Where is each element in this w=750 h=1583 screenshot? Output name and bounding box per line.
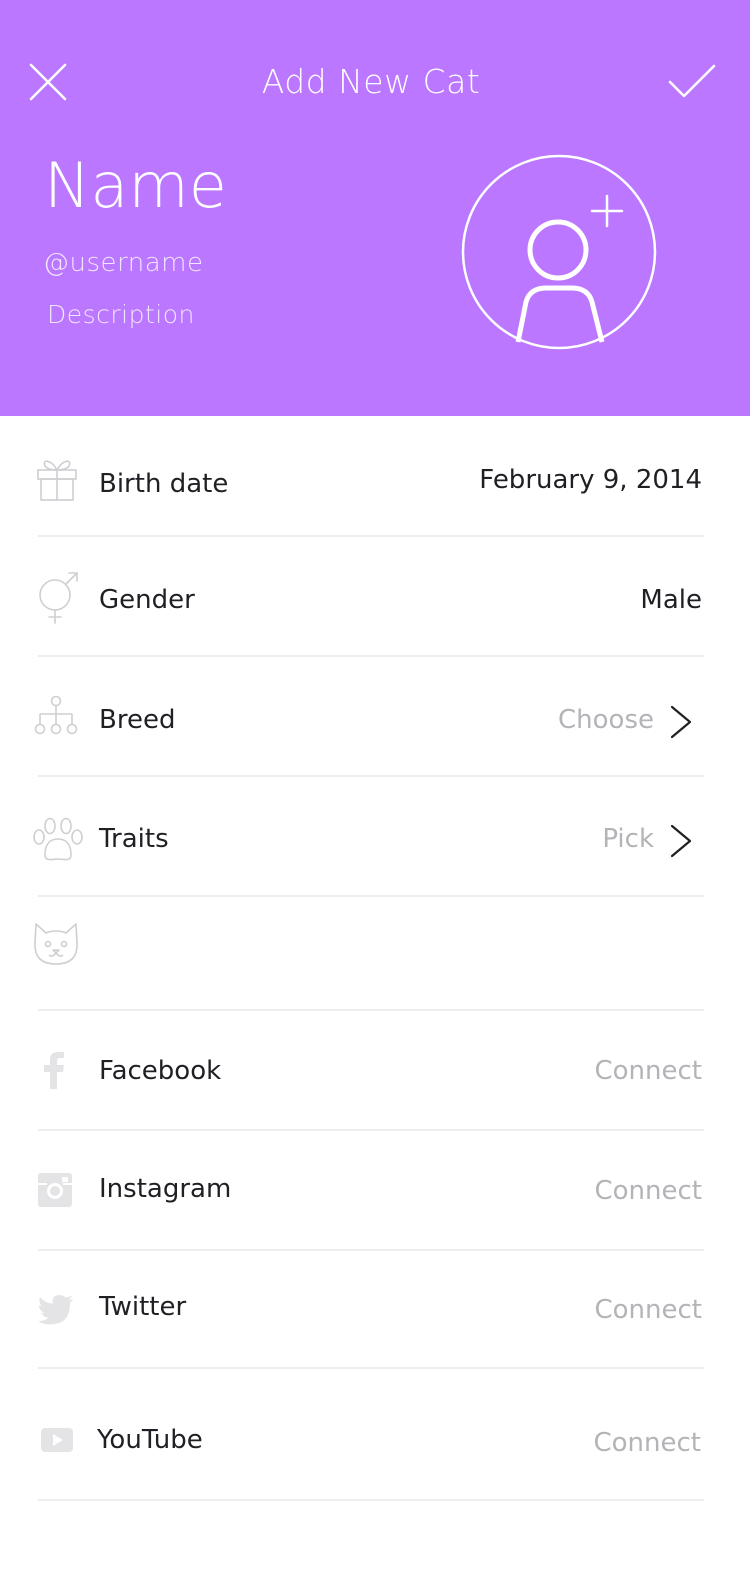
traits-label: Traits <box>99 824 169 854</box>
instagram-connect-button[interactable]: Connect <box>594 1175 702 1207</box>
cat-face-icon <box>34 923 78 965</box>
divider <box>38 1499 704 1501</box>
twitter-label: Twitter <box>99 1292 187 1322</box>
birth-date-row[interactable]: Birth date February 9, 2014 <box>0 416 750 536</box>
chevron-right-icon[interactable] <box>668 823 694 859</box>
gender-value[interactable]: Male <box>640 584 702 616</box>
traits-value[interactable]: Pick <box>602 823 654 855</box>
breed-value[interactable]: Choose <box>558 704 654 736</box>
instagram-row[interactable]: Instagram Connect <box>0 1131 750 1249</box>
hierarchy-icon <box>34 695 78 735</box>
username-field[interactable]: @username <box>43 246 204 280</box>
facebook-label: Facebook <box>99 1056 222 1086</box>
gender-row[interactable]: Gender Male <box>0 537 750 655</box>
facebook-connect-button[interactable]: Connect <box>594 1055 702 1087</box>
breed-label: Breed <box>99 705 176 735</box>
twitter-row[interactable]: Twitter Connect <box>0 1251 750 1367</box>
birth-date-value[interactable]: February 9, 2014 <box>479 464 702 496</box>
name-field[interactable]: Name <box>44 148 227 224</box>
birth-date-label: Birth date <box>99 469 229 499</box>
description-field[interactable]: Description <box>47 298 195 332</box>
breed-row[interactable]: Breed Choose <box>0 657 750 775</box>
paw-icon <box>33 817 83 861</box>
twitter-icon <box>38 1295 73 1325</box>
gift-icon <box>37 460 77 501</box>
facebook-row[interactable]: Facebook Connect <box>0 1011 750 1129</box>
page-title: Add New Cat <box>261 62 481 101</box>
chevron-right-icon[interactable] <box>668 704 694 740</box>
instagram-label: Instagram <box>99 1174 232 1204</box>
youtube-label: YouTube <box>97 1425 203 1455</box>
traits-row[interactable]: Traits Pick <box>0 777 750 895</box>
header: Add New Cat Name @username Description <box>0 0 750 416</box>
cat-row[interactable] <box>0 897 750 1009</box>
youtube-row[interactable]: YouTube Connect <box>0 1369 750 1499</box>
checkmark-icon[interactable] <box>668 62 716 100</box>
facebook-icon <box>44 1052 64 1089</box>
instagram-icon <box>38 1173 72 1207</box>
youtube-icon <box>41 1428 73 1452</box>
gender-label: Gender <box>99 585 195 615</box>
youtube-connect-button[interactable]: Connect <box>593 1427 701 1459</box>
gender-icon <box>39 572 78 624</box>
twitter-connect-button[interactable]: Connect <box>594 1294 702 1326</box>
add-photo-avatar[interactable] <box>460 154 660 354</box>
